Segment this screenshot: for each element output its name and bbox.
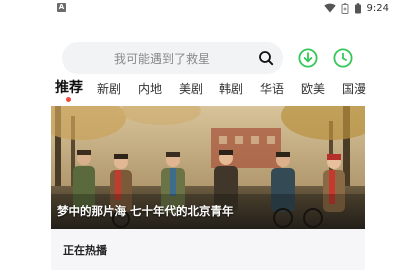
search-icon[interactable] xyxy=(258,50,274,66)
now-playing-section: 正在热播 xyxy=(51,229,365,270)
download-icon[interactable] xyxy=(298,48,318,68)
tab-chinese[interactable]: 华语 xyxy=(260,81,284,98)
app-screen: A 9:24 我可能遇到了救星 推荐 新剧 内地 美剧 韩剧 华语 欧美 国漫 … xyxy=(0,0,409,270)
banner-caption: 梦中的那片海 七十年代的北京青年 xyxy=(57,204,234,218)
tab-korean-drama[interactable]: 韩剧 xyxy=(219,81,243,98)
active-tab-indicator xyxy=(66,97,71,102)
notification-app-icon: A xyxy=(57,3,66,12)
search-placeholder: 我可能遇到了救星 xyxy=(114,52,211,66)
wifi-icon xyxy=(323,3,336,13)
tab-recommend[interactable]: 推荐 xyxy=(55,80,83,97)
search-input[interactable]: 我可能遇到了救星 xyxy=(62,42,283,74)
tab-mainland[interactable]: 内地 xyxy=(138,81,162,98)
battery-saver-icon xyxy=(341,2,349,14)
battery-icon xyxy=(354,2,361,13)
status-bar: A 9:24 xyxy=(0,0,409,16)
tab-chinese-anime[interactable]: 国漫 xyxy=(342,81,366,98)
category-tabs: 推荐 新剧 内地 美剧 韩剧 华语 欧美 国漫 xyxy=(0,80,409,106)
featured-banner[interactable]: 梦中的那片海 七十年代的北京青年 xyxy=(51,106,365,229)
section-title: 正在热播 xyxy=(63,244,107,257)
history-icon[interactable] xyxy=(333,48,353,68)
clock: 9:24 xyxy=(366,2,389,14)
status-icons: 9:24 xyxy=(323,1,389,15)
tab-new-shows[interactable]: 新剧 xyxy=(97,81,121,98)
tab-us-drama[interactable]: 美剧 xyxy=(179,81,203,98)
tab-western[interactable]: 欧美 xyxy=(301,81,325,98)
